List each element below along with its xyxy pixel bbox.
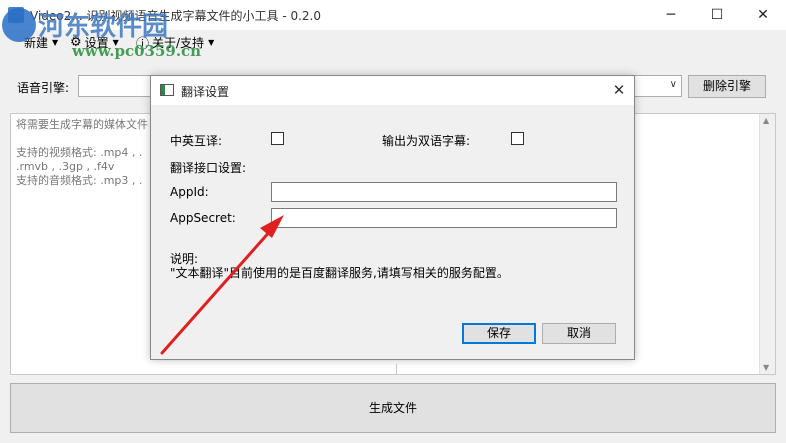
translation-settings-dialog: 翻译设置 ✕ 中英互译: 输出为双语字幕: 翻译接口设置: AppId: App… <box>150 75 635 360</box>
close-button[interactable]: ✕ <box>740 0 786 30</box>
appsecret-label: AppSecret: <box>170 211 236 225</box>
menu-new-label: 新建 <box>24 35 49 50</box>
menu-settings-label: 设置 <box>84 35 109 50</box>
dialog-close-button[interactable]: ✕ <box>607 80 631 100</box>
menu-about[interactable]: ⓘ 关于/支持 ▼ <box>136 33 215 52</box>
chevron-down-icon: ∨ <box>669 79 677 90</box>
chevron-down-icon: ▼ <box>112 37 119 47</box>
dialog-window-icon <box>160 84 174 96</box>
title-bar: Video2... 识别视频语音生成字幕文件的小工具 - 0.2.0 ─ ☐ ✕ <box>0 0 786 30</box>
info-icon: ⓘ <box>136 36 150 52</box>
scroll-up-icon[interactable]: ▲ <box>763 116 769 125</box>
menu-bar: 新建 ▼ ⚙ 设置 ▼ ⓘ 关于/支持 ▼ <box>0 30 786 54</box>
maximize-button[interactable]: ☐ <box>694 0 740 30</box>
note-text: "文本翻译"目前使用的是百度翻译服务,请填写相关的服务配置。 <box>170 266 509 280</box>
vertical-scrollbar[interactable]: ▲ ▼ <box>759 114 775 374</box>
chevron-down-icon: ▼ <box>208 37 215 47</box>
menu-about-label: 关于/支持 <box>152 35 205 50</box>
menu-settings[interactable]: ⚙ 设置 ▼ <box>70 33 119 51</box>
engine-label: 语音引擎: <box>17 81 70 95</box>
minimize-button[interactable]: ─ <box>648 0 694 30</box>
chevron-down-icon: ▼ <box>52 37 59 47</box>
save-button[interactable]: 保存 <box>462 323 536 344</box>
app-icon <box>8 7 24 23</box>
window-title: Video2... 识别视频语音生成字幕文件的小工具 - 0.2.0 <box>30 9 322 23</box>
zh-en-checkbox[interactable] <box>271 132 284 145</box>
gear-icon: ⚙ <box>70 34 82 50</box>
dialog-title: 翻译设置 <box>181 85 230 99</box>
menu-new[interactable]: 新建 ▼ <box>24 33 58 51</box>
drop-area-text: 将需要生成字幕的媒体文件 支持的视频格式: .mp4 , . .rmvb , .… <box>16 118 148 187</box>
pane-splitter[interactable] <box>396 364 397 375</box>
cancel-button[interactable]: 取消 <box>542 323 616 344</box>
scroll-down-icon[interactable]: ▼ <box>763 363 769 372</box>
dialog-title-bar: 翻译设置 ✕ <box>151 76 634 105</box>
api-section-label: 翻译接口设置: <box>170 161 247 175</box>
appid-label: AppId: <box>170 185 209 199</box>
zh-en-label: 中英互译: <box>170 134 223 148</box>
bilingual-label: 输出为双语字幕: <box>382 134 471 148</box>
appid-field[interactable] <box>271 182 617 202</box>
generate-file-button[interactable]: 生成文件 <box>10 383 776 433</box>
main-window: Video2... 识别视频语音生成字幕文件的小工具 - 0.2.0 ─ ☐ ✕… <box>0 0 786 443</box>
appsecret-field[interactable] <box>271 208 617 228</box>
delete-engine-button[interactable]: 删除引擎 <box>688 75 766 98</box>
bilingual-checkbox[interactable] <box>511 132 524 145</box>
